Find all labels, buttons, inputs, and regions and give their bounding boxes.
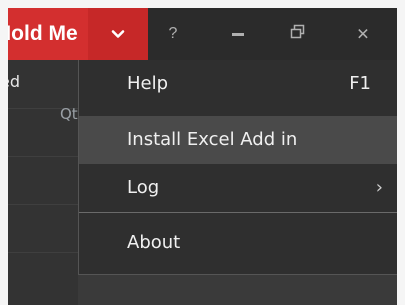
- title-bar: Hold Me ?: [8, 8, 397, 60]
- column-subheader-fragment: Qt: [60, 105, 78, 123]
- menu-item-install-excel-add-in[interactable]: Install Excel Add in: [79, 116, 397, 164]
- underlying-grid: [8, 60, 78, 305]
- menu-item-label: Install Excel Add in: [127, 129, 298, 150]
- restore-button[interactable]: [273, 8, 323, 60]
- grid-row-line: [8, 156, 78, 157]
- grid-row-line: [8, 204, 78, 205]
- column-header-fragment: ed: [8, 72, 20, 91]
- menu-separator: [79, 212, 397, 213]
- restore-icon: [290, 24, 306, 44]
- dropdown-menu: Help F1 Install Excel Add in Log › About: [78, 60, 397, 275]
- question-mark-icon: ?: [168, 25, 178, 42]
- close-icon: ✕: [356, 24, 370, 44]
- app-title-text: Hold Me: [8, 22, 78, 45]
- menu-dropdown-button[interactable]: [88, 8, 148, 60]
- app-window: Hold Me ?: [8, 8, 397, 305]
- grid-row-line: [8, 252, 78, 253]
- chevron-right-icon: ›: [375, 177, 383, 198]
- menu-item-label: Log: [127, 177, 160, 198]
- minimize-button[interactable]: [213, 8, 263, 60]
- menu-item-log[interactable]: Log ›: [79, 164, 397, 212]
- menu-item-help[interactable]: Help F1: [79, 60, 397, 108]
- menu-item-label: About: [127, 232, 181, 253]
- close-button[interactable]: ✕: [338, 8, 388, 60]
- menu-item-label: Help: [127, 73, 169, 94]
- help-button[interactable]: ?: [148, 8, 198, 60]
- chevron-down-icon: [111, 25, 125, 44]
- minimize-icon: [230, 24, 246, 44]
- menu-item-about[interactable]: About: [79, 219, 397, 267]
- shortcut-label: F1: [349, 73, 371, 94]
